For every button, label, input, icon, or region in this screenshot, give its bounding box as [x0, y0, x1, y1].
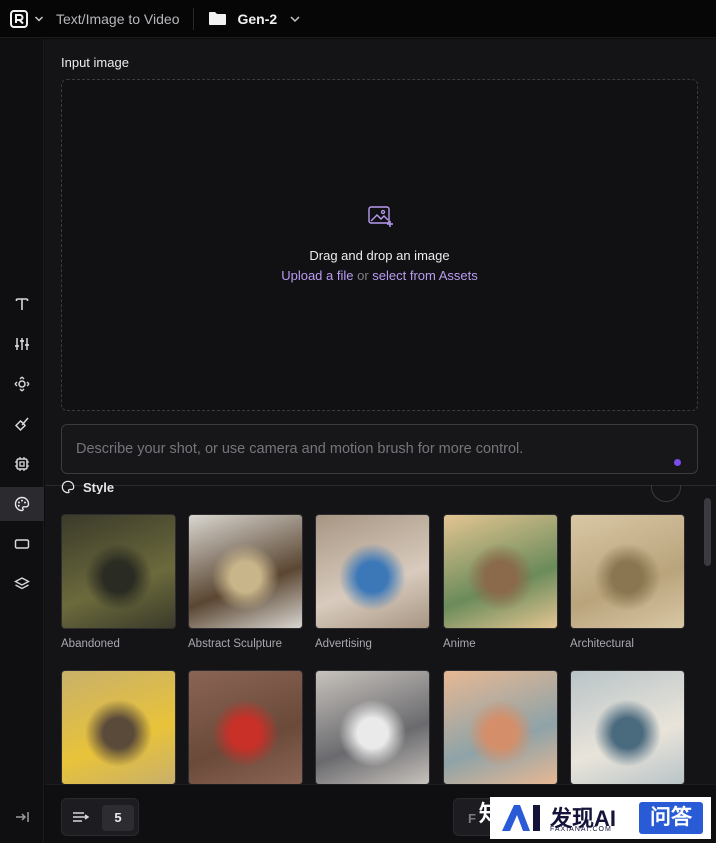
runway-logo-icon[interactable] — [10, 9, 30, 29]
ai-logo-icon — [502, 805, 540, 831]
generate-label: F — [468, 811, 476, 826]
chevron-down-icon[interactable] — [34, 14, 44, 24]
watermark-qa: 问答 — [639, 802, 703, 834]
layers-icon — [14, 577, 30, 590]
project-chevron-down-icon[interactable] — [289, 14, 301, 24]
style-tile-caption: Anime — [443, 638, 476, 650]
aspect-ratio-icon — [14, 539, 30, 549]
main-panel: Input image Drag and drop an image Uploa… — [45, 39, 716, 843]
collapse-sidebar-icon — [16, 812, 29, 822]
style-tile[interactable] — [188, 514, 303, 629]
settings-tool-button[interactable] — [0, 327, 44, 361]
motion-brush-icon — [14, 417, 29, 432]
sliders-icon — [15, 338, 29, 350]
upload-file-link[interactable]: Upload a file — [281, 268, 353, 283]
camera-tool-button[interactable] — [0, 367, 44, 401]
style-tile[interactable] — [61, 514, 176, 629]
style-tile[interactable] — [315, 670, 430, 784]
add-image-icon — [368, 206, 394, 233]
style-tile[interactable] — [61, 670, 176, 784]
layers-button[interactable] — [0, 567, 44, 601]
chip-icon — [15, 457, 29, 471]
project-name[interactable]: Gen-2 — [237, 11, 277, 27]
aspect-ratio-button[interactable] — [0, 527, 44, 561]
style-tile-caption: Architectural — [570, 638, 634, 650]
style-tile[interactable] — [188, 670, 303, 784]
collapse-sidebar-button[interactable] — [0, 800, 44, 834]
status-dot — [674, 459, 681, 466]
style-scrollbar[interactable] — [704, 498, 711, 566]
prompt-textarea[interactable]: Describe your shot, or use camera and mo… — [61, 424, 698, 474]
image-dropzone[interactable]: Drag and drop an image Upload a file or … — [61, 79, 698, 411]
input-image-label: Input image — [61, 55, 129, 70]
camera-motion-icon — [14, 376, 30, 392]
top-bar: Text/Image to Video Gen-2 — [0, 0, 716, 38]
folder-icon — [208, 11, 227, 26]
style-tile[interactable] — [315, 514, 430, 629]
style-tile[interactable] — [443, 670, 558, 784]
divider — [193, 7, 195, 30]
watermark-badge: 发现AI FAXIANAI.COM 问答 — [490, 797, 711, 839]
style-tile-caption: Abandoned — [61, 638, 120, 650]
style-tile[interactable] — [443, 514, 558, 629]
select-assets-link[interactable]: select from Assets — [372, 268, 477, 283]
or-text: or — [357, 268, 369, 283]
text-icon — [15, 298, 29, 310]
text-tool-button[interactable] — [0, 287, 44, 321]
dropzone-links: Upload a file or select from Assets — [62, 268, 697, 283]
dropzone-title: Drag and drop an image — [309, 248, 450, 263]
watermark-sub: FAXIANAI.COM — [550, 826, 612, 833]
duration-icon — [72, 810, 90, 829]
palette-icon — [14, 496, 30, 512]
duration-control[interactable]: 5 — [61, 798, 139, 836]
duration-value[interactable]: 5 — [102, 805, 134, 831]
mode-title[interactable]: Text/Image to Video — [56, 11, 179, 27]
style-tile[interactable] — [570, 514, 685, 629]
motion-brush-button[interactable] — [0, 407, 44, 441]
prompt-placeholder: Describe your shot, or use camera and mo… — [76, 441, 524, 457]
style-tool-button[interactable] — [0, 487, 44, 521]
style-tile-caption: Abstract Sculpture — [188, 638, 282, 650]
tool-sidebar — [0, 39, 44, 843]
style-tile-caption: Advertising — [315, 638, 372, 650]
model-tool-button[interactable] — [0, 447, 44, 481]
style-grid: Abandoned Abstract Sculpture Advertising An… — [45, 486, 705, 784]
style-tile[interactable] — [570, 670, 685, 784]
